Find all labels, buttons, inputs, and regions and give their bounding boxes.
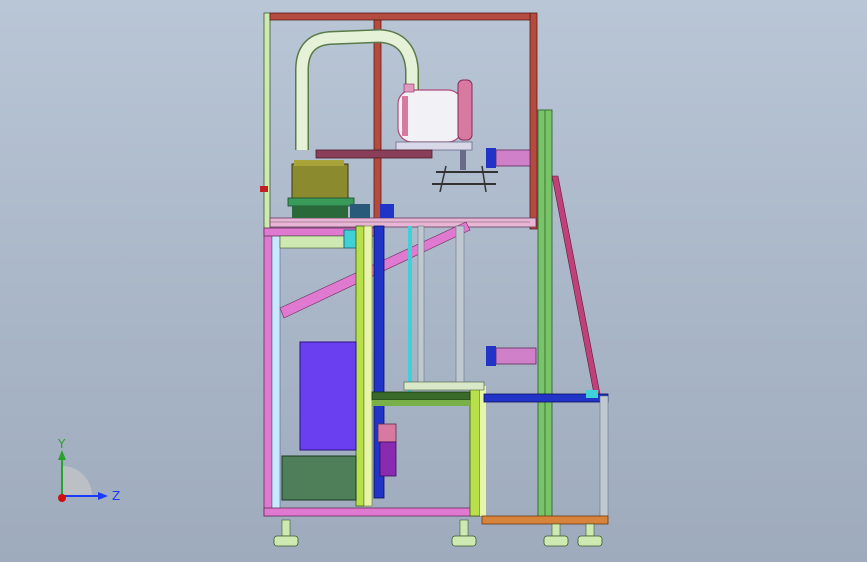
y-axis-label: Y [57,437,66,451]
right-frame [481,109,609,525]
origin-dot-icon [58,494,66,502]
triad-plane-icon [62,466,92,496]
leveling-feet [273,519,603,547]
cad-viewport[interactable]: Y Z [0,0,867,562]
z-axis-label: Z [112,489,120,503]
electrical-panels[interactable] [281,341,357,501]
machine-assembly-model[interactable] [0,0,867,562]
orientation-triad[interactable]: Y Z [40,436,120,516]
